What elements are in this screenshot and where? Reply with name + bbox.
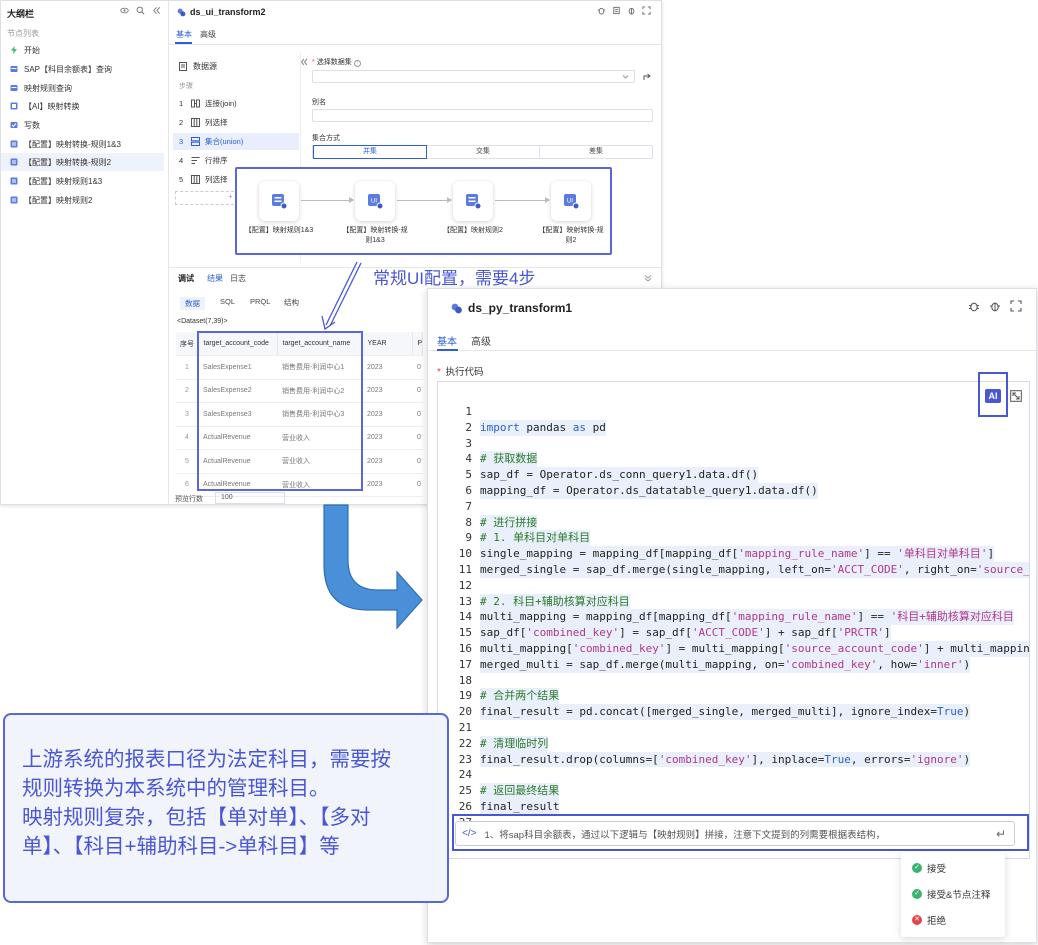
node-icon xyxy=(451,303,462,313)
annotation-line: 单】、【科目+辅助科目->单科目】等 xyxy=(22,835,340,858)
line-number: 8 xyxy=(465,515,472,529)
code-line[interactable]: final_result xyxy=(480,799,560,815)
ai-assistant-button[interactable]: AI xyxy=(985,389,1001,403)
code-line[interactable]: final_result.drop(columns=['combined_key… xyxy=(480,751,971,768)
menu-item-accept[interactable]: ✓ 接受 xyxy=(912,861,946,875)
line-number: 13 xyxy=(458,594,472,608)
line-number: 9 xyxy=(465,531,472,545)
window-title-text: ds_py_transform1 xyxy=(468,301,573,315)
line-number: 10 xyxy=(458,547,472,561)
code-line[interactable]: sap_df = Operator.ds_conn_query1.data.df… xyxy=(480,467,759,483)
line-number: 12 xyxy=(458,578,472,592)
line-number: 14 xyxy=(458,610,472,624)
code-line[interactable]: # 进行拼接 xyxy=(480,514,538,531)
code-line[interactable]: multi_mapping['combined_key'] = multi_ma… xyxy=(480,641,1029,657)
menu-item-label: 接受&节点注释 xyxy=(927,890,991,901)
annotation-description: 上游系统的报表口径为法定科目，需要按 规则转换为本系统中的管理科目。 映射规则复… xyxy=(3,713,449,903)
code-line[interactable]: multi_mapping = mapping_df[mapping_df['m… xyxy=(480,609,1014,626)
tab-divider xyxy=(428,350,1038,351)
enter-icon[interactable]: ↵ xyxy=(996,827,1006,841)
menu-item-label: 拒绝 xyxy=(927,916,947,927)
line-number: 7 xyxy=(465,499,472,513)
menu-item-reject[interactable]: ✕ 拒绝 xyxy=(912,913,946,927)
active-tab-indicator xyxy=(437,349,458,351)
line-number: 11 xyxy=(458,563,472,576)
code-line[interactable]: merged_single = sap_df.merge(single_mapp… xyxy=(480,562,1029,578)
code-line[interactable]: # 1. 单科目对单科目 xyxy=(480,530,591,547)
line-number: 16 xyxy=(458,642,472,655)
ai-prompt-text: 1、将sap科目余额表，通过以下逻辑与【映射规则】拼接，注意下文提到的列需要根据… xyxy=(484,829,886,841)
annotation-line: 上游系统的报表口径为法定科目，需要按 xyxy=(22,748,391,771)
line-number: 19 xyxy=(458,689,472,703)
line-number: 18 xyxy=(458,673,472,687)
expand-icon[interactable] xyxy=(1010,390,1022,402)
code-icon: </> xyxy=(462,828,477,839)
tab-advanced[interactable]: 高级 xyxy=(471,333,491,348)
line-number: 3 xyxy=(465,436,472,450)
code-line[interactable]: # 清理临时列 xyxy=(480,735,549,752)
pointer-arrow-columns xyxy=(321,261,362,331)
tab-basic[interactable]: 基本 xyxy=(437,333,457,348)
menu-item-accept-with-note[interactable]: ✓ 接受&节点注释 xyxy=(912,887,990,901)
big-curved-arrow xyxy=(323,504,423,630)
bug-settings-icon[interactable] xyxy=(989,300,1001,312)
code-line[interactable]: # 2. 科目+辅助核算对应科目 xyxy=(480,593,630,610)
window-toolbar xyxy=(968,300,1022,312)
check-icon: ✓ xyxy=(912,863,922,873)
line-number: 4 xyxy=(465,452,472,466)
code-line[interactable]: single_mapping = mapping_df[mapping_df['… xyxy=(480,546,995,562)
window-title: ds_py_transform1 xyxy=(451,301,572,315)
ai-result-menu: ✓ 接受 ✓ 接受&节点注释 ✕ 拒绝 xyxy=(901,852,1005,937)
code-line[interactable]: import pandas as pd xyxy=(480,419,606,436)
code-line[interactable]: sap_df['combined_key'] = sap_df['ACCT_CO… xyxy=(480,625,891,641)
fullscreen-icon[interactable] xyxy=(1010,300,1022,312)
annotation-line: 规则转换为本系统中的管理科目。 xyxy=(22,777,330,800)
menu-item-label: 接受 xyxy=(927,864,947,875)
line-number: 6 xyxy=(465,484,472,497)
code-line[interactable]: merged_multi = sap_df.merge(multi_mappin… xyxy=(480,656,971,673)
code-line[interactable]: # 返回最终结果 xyxy=(480,783,560,799)
line-number: 17 xyxy=(458,657,472,671)
line-number: 5 xyxy=(465,468,472,482)
code-label: * 执行代码 xyxy=(437,367,484,378)
code-line[interactable]: final_result = pd.concat([merged_single,… xyxy=(480,704,971,720)
ai-prompt-input[interactable]: </> 1、将sap科目余额表，通过以下逻辑与【映射规则】拼接，注意下文提到的列… xyxy=(455,821,1015,846)
code-label-text: 执行代码 xyxy=(445,367,484,378)
code-line[interactable]: # 获取数据 xyxy=(480,451,538,468)
code-line[interactable]: mapping_df = Operator.ds_datatable_query… xyxy=(480,483,818,499)
check-icon: ✓ xyxy=(912,889,922,899)
line-number: 2 xyxy=(465,420,472,434)
code-line[interactable]: # 合并两个结果 xyxy=(480,688,560,705)
close-icon: ✕ xyxy=(912,915,922,925)
bug-icon[interactable] xyxy=(968,300,980,312)
line-number: 1 xyxy=(465,405,472,418)
code-editor[interactable]: 1 2 import pandas as pd 3 4 # 获取数据 5 sap_df = O… xyxy=(437,381,1030,859)
line-number: 15 xyxy=(458,626,472,640)
annotation-line: 映射规则复杂，包括【单对单】、【多对 xyxy=(22,806,371,829)
